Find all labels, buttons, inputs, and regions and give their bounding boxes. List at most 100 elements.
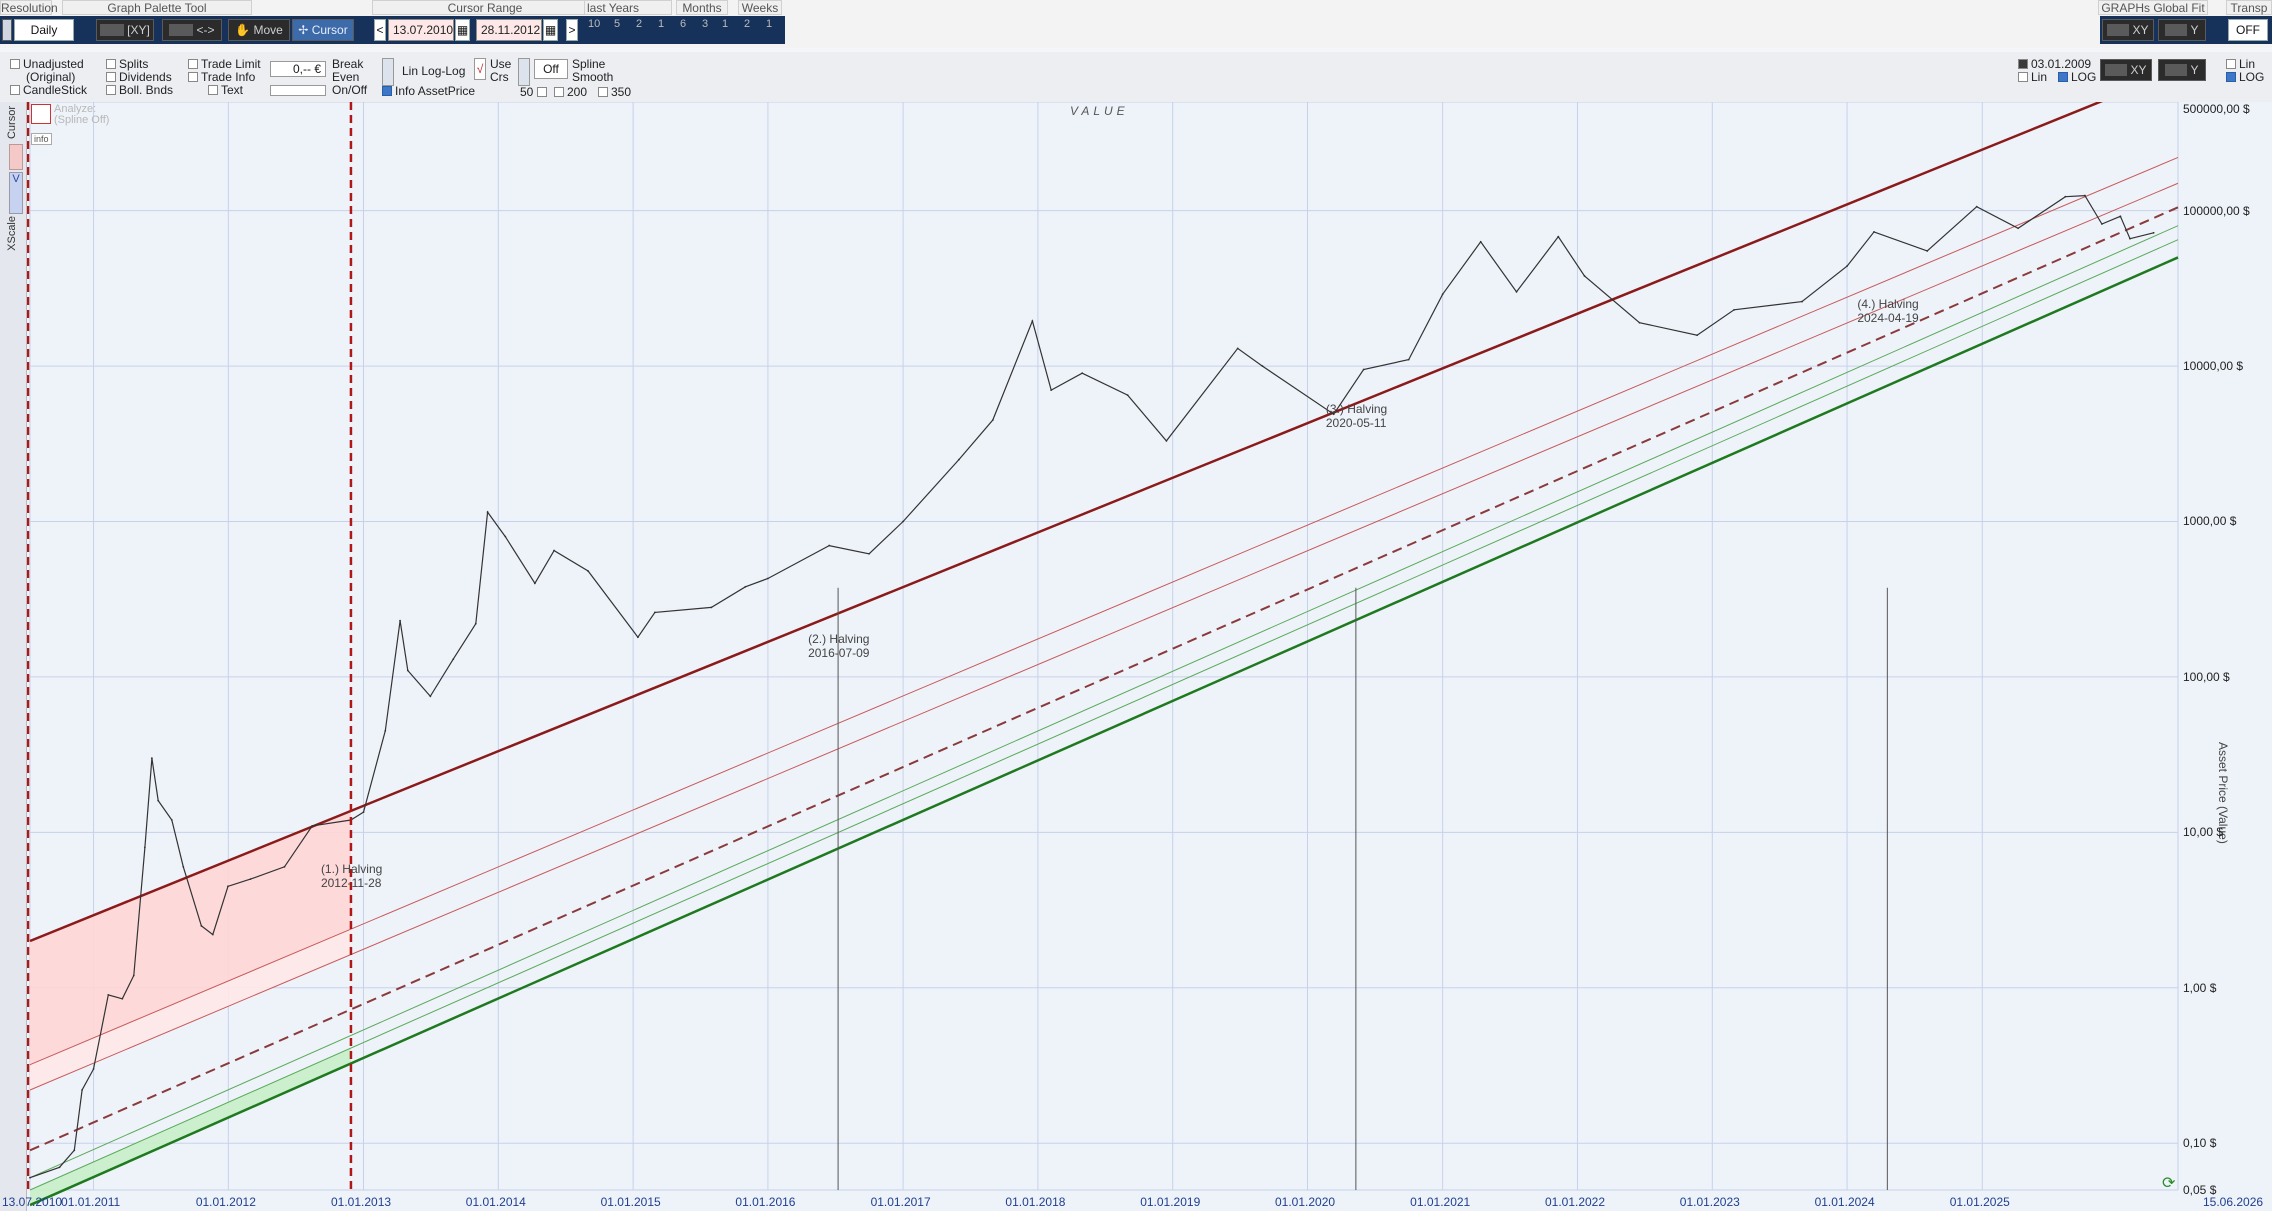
- x-tick-label: 01.01.2014: [465, 1195, 526, 1209]
- calendar-start-icon[interactable]: ▦: [455, 19, 470, 41]
- range-end-field[interactable]: 28.11.2012: [476, 19, 542, 41]
- last-years-10[interactable]: 10: [588, 18, 600, 42]
- range-start-field[interactable]: 13.07.2010: [388, 19, 454, 41]
- range-next-button[interactable]: >: [566, 19, 578, 41]
- cursor-tab[interactable]: Cursor: [6, 106, 18, 139]
- x-tick-label: 01.01.2021: [1410, 1195, 1471, 1209]
- text-checkbox[interactable]: [208, 85, 218, 95]
- right-fit-y-icon: [2165, 64, 2188, 76]
- price-point: [107, 993, 110, 996]
- price-point: [1926, 250, 1929, 252]
- price-input[interactable]: 0,-- €: [270, 61, 326, 77]
- right-fit-xy-button[interactable]: XY: [2100, 59, 2152, 81]
- price-point: [200, 925, 203, 927]
- price-point: [1407, 358, 1410, 361]
- spline-350-checkbox[interactable]: [598, 87, 608, 97]
- smooth-label: Smooth: [572, 70, 614, 84]
- global-fit-y-button[interactable]: Y: [2158, 19, 2206, 41]
- use-crs-checkbox[interactable]: √: [474, 58, 486, 80]
- splits-checkbox[interactable]: [106, 59, 116, 69]
- value-tab[interactable]: V: [9, 172, 23, 214]
- y-tick-label: 500000,00 $: [2183, 102, 2250, 116]
- spline-200-checkbox[interactable]: [554, 87, 564, 97]
- group-title-resolution: Resolution: [0, 0, 58, 15]
- price-point: [1236, 347, 1239, 350]
- weeks-1[interactable]: 1: [766, 18, 772, 42]
- price-point: [1362, 368, 1365, 371]
- linlog-label[interactable]: Lin Log-Log: [402, 65, 465, 78]
- palette-zoom-button[interactable]: <->: [162, 19, 222, 41]
- onoff-label[interactable]: On/Off: [332, 84, 367, 97]
- right-log-checkbox[interactable]: [2058, 72, 2068, 82]
- x-tick-label: 01.01.2020: [1274, 1195, 1336, 1209]
- info-asset-option[interactable]: Info AssetPrice: [382, 85, 475, 98]
- months-6[interactable]: 6: [680, 18, 686, 42]
- y-tick-label: 100,00 $: [2183, 669, 2230, 684]
- spline-50-option[interactable]: 50: [520, 86, 550, 99]
- last-years-2[interactable]: 2: [636, 18, 642, 42]
- right-lin-option[interactable]: Lin: [2018, 71, 2047, 84]
- price-point: [311, 825, 314, 827]
- chart-area[interactable]: Cursor V XScale info Analyze: (Spline Of…: [0, 102, 2272, 1211]
- price-point: [1975, 205, 1978, 208]
- info-asset-checkbox[interactable]: [382, 86, 392, 96]
- spline-200-option[interactable]: 200: [554, 86, 587, 99]
- info-button[interactable]: info: [31, 133, 52, 145]
- cursor-color-swatch[interactable]: [9, 144, 23, 170]
- far-lin-checkbox[interactable]: [2226, 59, 2236, 69]
- spline-350-option[interactable]: 350: [598, 86, 631, 99]
- resolution-select[interactable]: Daily: [14, 19, 74, 41]
- candlestick-option[interactable]: CandleStick: [10, 84, 87, 97]
- months-3[interactable]: 3: [702, 18, 708, 42]
- x-tick-label: 13.07.2010: [2, 1195, 63, 1209]
- spline-50-checkbox[interactable]: [536, 87, 547, 97]
- price-point: [1583, 275, 1586, 277]
- start-date-checkbox[interactable]: [2018, 59, 2028, 69]
- price-point: [828, 544, 831, 547]
- trade-info-checkbox[interactable]: [188, 72, 198, 82]
- price-point: [744, 585, 747, 588]
- right-fit-y-button[interactable]: Y: [2158, 59, 2206, 81]
- dividends-checkbox[interactable]: [106, 72, 116, 82]
- cursor-button[interactable]: ✢ Cursor: [292, 19, 354, 41]
- last-years-5[interactable]: 5: [614, 18, 620, 42]
- weeks-2[interactable]: 2: [744, 18, 750, 42]
- move-button[interactable]: ✋ Move: [228, 19, 290, 41]
- y-tick-label: 0,05 $: [2183, 1183, 2217, 1197]
- refresh-icon[interactable]: ⟳: [2162, 1173, 2175, 1193]
- linlog-spinner[interactable]: [382, 58, 394, 86]
- resolution-spinner[interactable]: [2, 19, 12, 41]
- right-lin-checkbox[interactable]: [2018, 72, 2028, 82]
- far-log-option[interactable]: LOG: [2226, 71, 2264, 84]
- right-log-option[interactable]: LOG: [2058, 71, 2096, 84]
- boll-bands-option[interactable]: Boll. Bnds: [106, 84, 173, 97]
- range-prev-button[interactable]: <: [374, 19, 386, 41]
- fit-xy-icon: [2107, 24, 2130, 36]
- transp-toggle[interactable]: OFF: [2228, 19, 2268, 41]
- candlestick-checkbox[interactable]: [10, 85, 20, 95]
- months-1[interactable]: 1: [722, 18, 728, 42]
- halving-label: (1.) Halving 2012-11-28: [321, 862, 382, 890]
- text-option[interactable]: Text: [208, 84, 243, 97]
- spline-spinner[interactable]: [518, 58, 530, 86]
- price-point: [150, 757, 153, 760]
- calendar-end-icon[interactable]: ▦: [543, 19, 558, 41]
- global-fit-xy-button[interactable]: XY: [2102, 19, 2154, 41]
- unadjusted-checkbox[interactable]: [10, 59, 20, 69]
- xscale-tab[interactable]: XScale: [6, 216, 18, 251]
- y-tick-label: 10,00 $: [2183, 825, 2224, 840]
- price-point: [73, 1149, 76, 1152]
- cursor-toggle-icon[interactable]: [31, 104, 51, 124]
- boll-bands-checkbox[interactable]: [106, 85, 116, 95]
- far-log-checkbox[interactable]: [2226, 72, 2236, 82]
- x-tick-label: 01.01.2013: [331, 1195, 392, 1209]
- trade-limit-checkbox[interactable]: [188, 59, 198, 69]
- price-chart[interactable]: [0, 102, 2272, 1211]
- halving-label: (2.) Halving 2016-07-09: [808, 632, 869, 660]
- x-tick-label: 01.01.2016: [735, 1195, 796, 1209]
- price-point: [1165, 440, 1168, 442]
- price-input-2[interactable]: [270, 85, 326, 96]
- palette-xy-button[interactable]: [XY]: [96, 19, 154, 41]
- spline-off-button[interactable]: Off: [534, 59, 568, 79]
- last-years-1[interactable]: 1: [658, 18, 664, 42]
